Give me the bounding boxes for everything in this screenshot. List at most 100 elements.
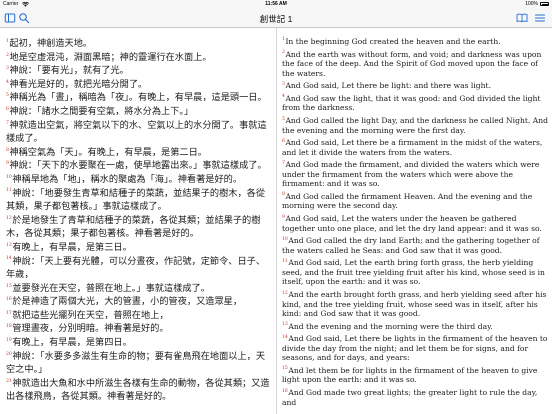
verse-text: 於是神造了兩個大光，大的管晝，小的管夜，又造眾星， [12,296,243,308]
navigation-bar: 創世記 1 [0,8,552,28]
verse-text: And God said, Let the earth bring forth … [282,258,545,287]
verse-text: And God called the dry land Earth; and t… [282,236,540,255]
english-verse[interactable]: 6And God said, Let there be a firmament … [282,138,548,157]
chinese-verse[interactable]: 2地是空虛混沌，淵面黑暗；神的靈運行在水面上。 [6,51,272,65]
chinese-verse[interactable]: 8神稱空氣為「天」。有晚上，有早晨，是第二日。 [6,146,272,160]
verse-number: 12 [6,215,12,221]
sidebar-icon[interactable] [4,12,16,24]
verse-number: 14 [282,334,288,340]
verse-text: And God said, Let the waters under the h… [282,214,542,233]
clock: 11:56 AM [265,1,287,7]
chinese-text-column: 1起初，神創造天地。 2地是空虛混沌，淵面黑暗；神的靈運行在水面上。 3神說：「要有… [6,37,272,404]
english-verse[interactable]: 9And God said, Let the waters under the … [282,214,548,233]
english-verse[interactable]: 10And God called the dry land Earth; and… [282,236,548,255]
verse-text: And God called the firmament Heaven. And… [282,191,533,211]
verse-text: In the beginning God created the heaven … [285,37,501,46]
english-verse[interactable]: 1In the beginning God created the heaven… [282,37,548,47]
chinese-verse[interactable]: 5神稱光為「晝」，稱暗為「夜」。有晚上，有早晨，這是頭一日。 [6,91,272,105]
verse-text: And God said, Let there be lights in the… [282,334,548,363]
verse-text: 神看光是好的，就把光暗分開了。 [9,78,148,90]
english-verse[interactable]: 16And God made two great lights; the gre… [282,388,548,407]
verse-number: 16 [6,297,12,303]
english-verse[interactable]: 8And God called the firmament Heaven. An… [282,192,548,211]
english-verse[interactable]: 5And God called the light Day, and the d… [282,116,548,135]
verse-text: 有晚上，有早晨，是第三日。 [12,241,132,253]
battery-icon [540,2,549,6]
chinese-verse[interactable]: 7神就造出空氣，將空氣以下的水、空氣以上的水分開了。事就這樣成了。 [6,119,272,146]
verse-number: 15 [282,366,288,372]
reading-pane[interactable]: 1起初，神創造天地。 2地是空虛混沌，淵面黑暗；神的靈運行在水面上。 3神說：「要有… [0,28,552,414]
verse-text: 神就造出空氣，將空氣以下的水、空氣以上的水分開了。事就這樣成了。 [6,119,267,145]
chinese-verse[interactable]: 21神就造出大魚和水中所滋生各樣有生命的動物，各從其類；又造出各樣飛鳥，各從其類… [6,377,272,404]
verse-number: 10 [6,174,12,180]
verse-text: 神說：「地要發生青草和結種子的菜蔬，並結果子的樹木，各從其類，果子都包著核。」事… [6,187,266,213]
verse-text: And God made two great lights; the great… [282,388,538,407]
verse-text: And the evening and the morning were the… [288,321,493,331]
verse-text: 神說：「天上要有光體，可以分晝夜，作記號，定節令、日子、年歲， [6,255,266,281]
chinese-verse[interactable]: 3神說：「要有光」，就有了光。 [6,64,272,78]
verse-text: 有晚上，有早晨，是第四日。 [12,337,132,349]
english-verse[interactable]: 7And God made the firmament, and divided… [282,160,548,189]
verse-text: And God said, Let there be light: and th… [285,81,491,91]
chinese-verse[interactable]: 9神說：「天下的水要聚在一處，使旱地露出來。」事就這樣成了。 [6,159,272,173]
verse-text: 並要發光在天空，普照在地上。」事就這樣成了。 [12,282,210,294]
english-text-column: 1In the beginning God created the heaven… [282,37,548,410]
verse-number: 19 [6,338,12,343]
verse-text: And the earth was without form, and void… [282,49,542,78]
verse-text: 神說：「水要多多滋生有生命的物；要有雀鳥飛在地面以上，天空之中。」 [6,350,266,376]
chinese-verse[interactable]: 13有晚上，有早晨，是第三日。 [6,241,272,255]
verse-number: 15 [6,283,12,289]
chinese-verse[interactable]: 16於是神造了兩個大光，大的管晝，小的管夜，又造眾星， [6,295,272,309]
english-verse[interactable]: 14And God said, Let there be lights in t… [282,334,548,363]
battery-percent: 100% [525,1,538,7]
chinese-verse[interactable]: 15並要發光在天空，普照在地上。」事就這樣成了。 [6,282,272,296]
chinese-verse[interactable]: 12於是地發生了青草和結種子的菜蔬，各從其類；並結果子的樹木，各從其類；果子都包… [6,214,272,241]
verse-number: 14 [6,256,12,262]
verse-text: And God made the firmament, and divided … [282,160,540,189]
verse-number: 11 [282,258,288,264]
verse-number: 21 [6,378,12,384]
verse-text: And God called the light Day, and the da… [282,116,548,135]
verse-text: And let them be for lights in the firmam… [282,365,538,385]
verse-number: 13 [282,322,288,328]
english-verse[interactable]: 3And God said, Let there be light: and t… [282,81,548,91]
verse-number: 16 [282,388,288,394]
chinese-verse[interactable]: 6神說：「諸水之間要有空氣，將水分為上下。」 [6,105,272,119]
verse-text: 神就造出大魚和水中所滋生各樣有生命的動物，各從其類；又造出各樣飛鳥，各從其類。神… [6,377,270,403]
verse-text: 起初，神創造天地。 [9,38,93,49]
english-verse[interactable]: 13And the evening and the morning were t… [282,322,548,332]
verse-text: 神稱光為「晝」，稱暗為「夜」。有晚上，有早晨，這是頭一日。 [9,92,267,104]
verse-number: 10 [282,236,288,242]
chinese-verse[interactable]: 4神看光是好的，就把光暗分開了。 [6,78,272,92]
chinese-verse[interactable]: 19有晚上，有早晨，是第四日。 [6,336,272,350]
english-verse[interactable]: 11And God said, Let the earth bring fort… [282,258,548,287]
verse-text: 神說：「要有光」，就有了光。 [9,65,129,77]
verse-text: 神稱旱地為「地」，稱水的聚處為「海」。神看著是好的。 [12,173,243,185]
verse-number: 13 [6,242,12,248]
verse-text: 管理晝夜，分別明暗。神看著是好的。 [12,323,169,335]
chinese-verse[interactable]: 17就把這些光擺列在天空，普照在地上， [6,309,272,323]
english-verse[interactable]: 12And the earth brought forth grass, and… [282,290,548,319]
english-verse[interactable]: 2And the earth was without form, and voi… [282,50,548,79]
verse-number: 18 [6,324,12,330]
chinese-verse[interactable]: 18管理晝夜，分別明暗。神看著是好的。 [6,322,272,336]
verse-number: 11 [6,188,12,194]
chinese-verse[interactable]: 1起初，神創造天地。 [6,37,272,51]
verse-number: 17 [6,310,12,316]
english-verse[interactable]: 4And God saw the light, that it was good… [282,94,548,113]
verse-text: 地是空虛混沌，淵面黑暗；神的靈運行在水面上。 [9,51,212,63]
english-verse[interactable]: 15And let them be for lights in the firm… [282,366,548,385]
chinese-verse[interactable]: 20神說：「水要多多滋生有生命的物；要有雀鳥飛在地面以上，天空之中。」 [6,350,272,377]
column-divider [276,28,277,414]
chinese-verse[interactable]: 11神說：「地要發生青草和結種子的菜蔬，並結果子的樹木，各從其類，果子都包著核。… [6,187,272,214]
verse-text: And the earth brought forth grass, and h… [282,290,547,319]
verse-text: And God saw the light, that it was good:… [282,93,541,113]
menu-icon[interactable] [534,12,546,24]
status-bar: Carrier 11:56 AM 100% [0,0,552,8]
book-icon[interactable] [516,12,528,24]
chinese-verse[interactable]: 14神說：「天上要有光體，可以分晝夜，作記號，定節令、日子、年歲， [6,255,272,282]
verse-text: 神說：「天下的水要聚在一處，使旱地露出來。」事就這樣成了。 [9,160,267,172]
search-icon[interactable] [18,12,30,24]
verse-text: 神說：「諸水之間要有空氣，將水分為上下。」 [9,105,194,117]
chinese-verse[interactable]: 10神稱旱地為「地」，稱水的聚處為「海」。神看著是好的。 [6,173,272,187]
